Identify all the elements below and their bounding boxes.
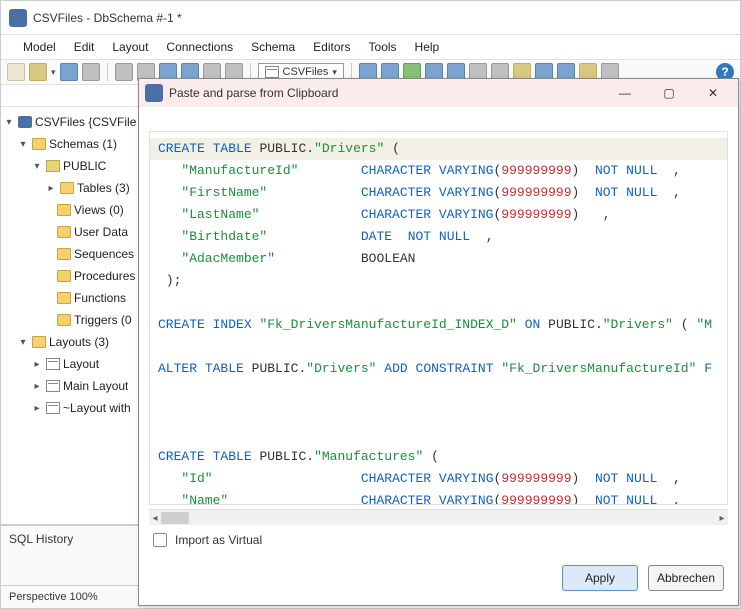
schema-icon	[46, 160, 60, 172]
options-row: Import as Virtual	[139, 525, 738, 555]
menu-layout[interactable]: Layout	[112, 40, 148, 54]
tree-layout-3[interactable]: ▸ ~Layout with	[1, 397, 140, 419]
tree-triggers[interactable]: Triggers (0	[1, 309, 140, 331]
folder-icon	[57, 292, 71, 304]
close-icon[interactable]: ✕	[700, 83, 726, 103]
menu-tools[interactable]: Tools	[369, 40, 397, 54]
sql-code-area[interactable]: CREATE TABLE PUBLIC."Drivers" ( "Manufac…	[149, 131, 728, 505]
menu-bar: Model Edit Layout Connections Schema Edi…	[1, 35, 740, 59]
dialog-title: Paste and parse from Clipboard	[169, 86, 338, 100]
expand-icon[interactable]: ▸	[31, 403, 43, 414]
import-virtual-label: Import as Virtual	[175, 533, 262, 547]
tree-label: Schemas (1)	[49, 137, 117, 151]
maximize-icon[interactable]: ▢	[656, 83, 682, 103]
database-icon	[18, 116, 32, 128]
bottom-panels: SQL History Perspective 100%	[1, 524, 141, 608]
expand-icon[interactable]: ▸	[31, 381, 43, 392]
sql-history-panel[interactable]: SQL History	[1, 526, 141, 586]
horizontal-scrollbar[interactable]: ◂ ▸	[149, 509, 728, 525]
expand-icon[interactable]: ▸	[45, 183, 57, 194]
perspective-status[interactable]: Perspective 100%	[1, 586, 141, 608]
tree-schemas[interactable]: ▾ Schemas (1)	[1, 133, 140, 155]
tree-sequences[interactable]: Sequences	[1, 243, 140, 265]
collapse-icon[interactable]: ▾	[17, 337, 29, 348]
tree-label: Functions	[74, 291, 126, 305]
menu-edit[interactable]: Edit	[74, 40, 95, 54]
tree-tables[interactable]: ▸ Tables (3)	[1, 177, 140, 199]
app-icon	[9, 9, 27, 27]
tree-label: CSVFiles {CSVFile	[35, 115, 136, 129]
scroll-thumb[interactable]	[161, 512, 189, 524]
menu-help[interactable]: Help	[415, 40, 440, 54]
layout-icon	[46, 380, 60, 392]
layout-icon	[46, 358, 60, 370]
toolbar-save-icon[interactable]	[60, 63, 78, 81]
collapse-icon[interactable]: ▾	[17, 139, 29, 150]
menu-schema[interactable]: Schema	[251, 40, 295, 54]
folder-icon	[57, 226, 71, 238]
tree-label: Layouts (3)	[49, 335, 109, 349]
tree-procedures[interactable]: Procedures	[1, 265, 140, 287]
folder-icon	[32, 138, 46, 150]
scroll-left-icon[interactable]: ◂	[149, 510, 161, 526]
tree-layout-1[interactable]: ▸ Layout	[1, 353, 140, 375]
layout-icon	[46, 402, 60, 414]
window-title: CSVFiles - DbSchema #-1 *	[33, 11, 182, 25]
menu-connections[interactable]: Connections	[166, 40, 233, 54]
sql-code-text: CREATE TABLE PUBLIC."Drivers" ( "Manufac…	[150, 132, 727, 505]
folder-icon	[57, 204, 71, 216]
toolbar-open-icon[interactable]	[29, 63, 47, 81]
layout-tab-label: CSVFiles	[283, 66, 329, 78]
layout-icon	[265, 66, 279, 78]
paste-parse-dialog: Paste and parse from Clipboard — ▢ ✕ CRE…	[138, 78, 739, 606]
tree-label: Views (0)	[74, 203, 124, 217]
toolbar-new-icon[interactable]	[7, 63, 25, 81]
tree-panel: ▾ CSVFiles {CSVFile ▾ Schemas (1) ▾ PUBL…	[1, 107, 141, 608]
folder-icon	[60, 182, 74, 194]
menu-model[interactable]: Model	[23, 40, 56, 54]
cancel-button[interactable]: Abbrechen	[648, 565, 724, 591]
dialog-buttons: Apply Abbrechen	[139, 555, 738, 605]
tree-label: Layout	[63, 357, 99, 371]
tree-label: Main Layout	[63, 379, 128, 393]
toolbar-print-icon[interactable]	[82, 63, 100, 81]
import-virtual-checkbox[interactable]	[153, 533, 167, 547]
project-tree: ▾ CSVFiles {CSVFile ▾ Schemas (1) ▾ PUBL…	[1, 107, 140, 423]
chevron-down-icon[interactable]: ▾	[332, 67, 337, 78]
dialog-title-bar[interactable]: Paste and parse from Clipboard — ▢ ✕	[139, 79, 738, 107]
tree-layout-2[interactable]: ▸ Main Layout	[1, 375, 140, 397]
tree-functions[interactable]: Functions	[1, 287, 140, 309]
tree-label: ~Layout with	[63, 401, 131, 415]
menu-editors[interactable]: Editors	[313, 40, 350, 54]
collapse-icon[interactable]: ▾	[31, 161, 43, 172]
toolbar-undo-icon[interactable]	[115, 63, 133, 81]
expand-icon[interactable]: ▸	[31, 359, 43, 370]
apply-button[interactable]: Apply	[562, 565, 638, 591]
folder-icon	[57, 270, 71, 282]
folder-icon	[57, 248, 71, 260]
tree-label: Triggers (0	[74, 313, 132, 327]
dialog-icon	[145, 84, 163, 102]
tree-views[interactable]: Views (0)	[1, 199, 140, 221]
tree-layouts[interactable]: ▾ Layouts (3)	[1, 331, 140, 353]
tree-label: Tables (3)	[77, 181, 130, 195]
tree-label: Procedures	[74, 269, 135, 283]
tree-userdata[interactable]: User Data	[1, 221, 140, 243]
tree-root[interactable]: ▾ CSVFiles {CSVFile	[1, 111, 140, 133]
tree-public[interactable]: ▾ PUBLIC	[1, 155, 140, 177]
tree-label: User Data	[74, 225, 128, 239]
minimize-icon[interactable]: —	[612, 83, 638, 103]
scroll-right-icon[interactable]: ▸	[716, 510, 728, 526]
collapse-icon[interactable]: ▾	[3, 117, 15, 128]
tree-label: Sequences	[74, 247, 134, 261]
tree-label: PUBLIC	[63, 159, 106, 173]
folder-icon	[32, 336, 46, 348]
title-bar: CSVFiles - DbSchema #-1 *	[1, 1, 740, 35]
folder-icon	[57, 314, 71, 326]
chevron-down-icon[interactable]: ▾	[51, 67, 56, 78]
